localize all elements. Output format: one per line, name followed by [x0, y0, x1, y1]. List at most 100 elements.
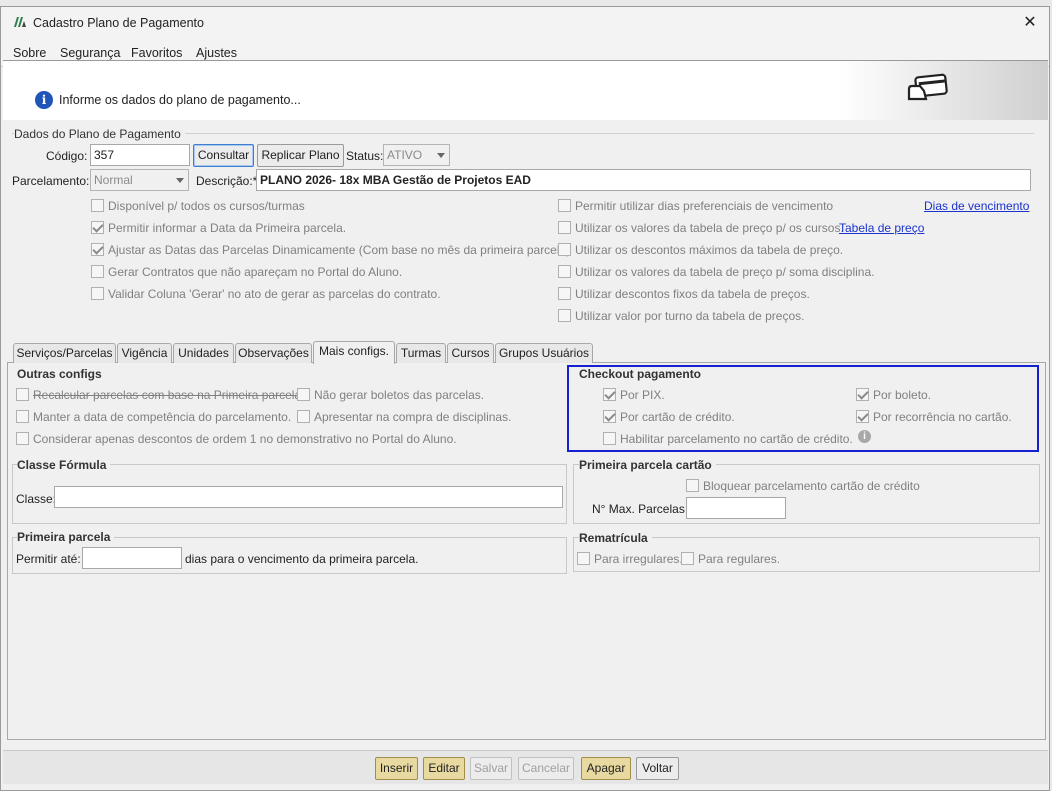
status-label: Status: — [346, 149, 384, 163]
info-small-icon[interactable]: i — [858, 430, 871, 443]
permitir-data-checkbox[interactable] — [91, 221, 104, 234]
parcelamento-value: Normal — [94, 173, 133, 187]
cancelar-button[interactable]: Cancelar — [518, 757, 574, 780]
pix-checkbox[interactable] — [603, 388, 616, 401]
max-parcelas-input[interactable] — [686, 497, 786, 519]
status-select[interactable]: ATIVO — [383, 144, 450, 166]
info-banner — [3, 60, 1048, 120]
pix-label: Por PIX. — [620, 388, 665, 402]
gerar-contratos-label: Gerar Contratos que não apareçam no Port… — [108, 265, 403, 279]
close-icon[interactable]: ✕ — [1019, 12, 1041, 34]
primeira-parcela-title: Primeira parcela — [17, 530, 115, 544]
ajustar-datas-checkbox[interactable] — [91, 243, 104, 256]
descontos-maximos-checkbox[interactable] — [558, 243, 571, 256]
info-text: Informe os dados do plano de pagamento..… — [59, 93, 301, 107]
recalcular-label: Recalcular parcelas com base na Primeira… — [33, 388, 305, 402]
salvar-button[interactable]: Salvar — [470, 757, 512, 780]
cartao-credito-label: Por cartão de crédito. — [620, 410, 735, 424]
cartao-credito-checkbox[interactable] — [603, 410, 616, 423]
editar-button[interactable]: Editar — [423, 757, 465, 780]
descricao-input[interactable]: PLANO 2026- 18x MBA Gestão de Projetos E… — [256, 169, 1031, 191]
recorrencia-label: Por recorrência no cartão. — [873, 410, 1012, 424]
apresentar-compra-label: Apresentar na compra de disciplinas. — [314, 410, 512, 424]
tab-turmas[interactable]: Turmas — [396, 343, 446, 363]
valores-cursos-label: Utilizar os valores da tabela de preço p… — [575, 221, 844, 235]
window-title: Cadastro Plano de Pagamento — [33, 16, 204, 30]
checkout-title: Checkout pagamento — [579, 367, 706, 381]
habilitar-parcelamento-checkbox[interactable] — [603, 432, 616, 445]
valor-turno-checkbox[interactable] — [558, 309, 571, 322]
plan-section-title: Dados do Plano de Pagamento — [14, 127, 185, 141]
parcelamento-label: Parcelamento: — [12, 174, 90, 188]
status-value: ATIVO — [387, 148, 423, 162]
considerar-descontos-checkbox[interactable] — [16, 432, 29, 445]
tabela-preco-link[interactable]: Tabela de preço — [839, 221, 924, 235]
permitir-ate-label: Permitir até: — [16, 552, 81, 566]
inserir-button[interactable]: Inserir — [375, 757, 418, 780]
nao-gerar-boletos-checkbox[interactable] — [297, 388, 310, 401]
tab-grupos-usuarios[interactable]: Grupos Usuários — [495, 343, 593, 363]
voltar-button[interactable]: Voltar — [636, 757, 679, 780]
permitir-data-label: Permitir informar a Data da Primeira par… — [108, 221, 347, 235]
manter-data-checkbox[interactable] — [16, 410, 29, 423]
habilitar-parcelamento-label: Habilitar parcelamento no cartão de créd… — [620, 432, 853, 446]
validar-coluna-label: Validar Coluna 'Gerar' no ato de gerar a… — [108, 287, 441, 301]
nao-gerar-boletos-label: Não gerar boletos das parcelas. — [314, 388, 485, 402]
tab-vigencia[interactable]: Vigência — [117, 343, 172, 363]
dias-preferenciais-checkbox[interactable] — [558, 199, 571, 212]
boleto-checkbox[interactable] — [856, 388, 869, 401]
boleto-label: Por boleto. — [873, 388, 932, 402]
valores-cursos-checkbox[interactable] — [558, 221, 571, 234]
gerar-contratos-checkbox[interactable] — [91, 265, 104, 278]
codigo-input[interactable]: 357 — [90, 144, 190, 166]
app-logo-icon — [14, 17, 26, 27]
validar-coluna-checkbox[interactable] — [91, 287, 104, 300]
recalcular-checkbox[interactable] — [16, 388, 29, 401]
tab-servicos-parcelas[interactable]: Serviços/Parcelas — [13, 343, 116, 363]
recorrencia-checkbox[interactable] — [856, 410, 869, 423]
outras-configs-title: Outras configs — [17, 367, 106, 381]
chevron-down-icon — [176, 178, 184, 183]
dias-preferenciais-label: Permitir utilizar dias preferenciais de … — [575, 199, 834, 213]
soma-disciplina-label: Utilizar os valores da tabela de preço p… — [575, 265, 875, 279]
descricao-label: Descrição:* — [196, 174, 258, 188]
max-parcelas-label: N° Max. Parcelas: — [592, 502, 689, 516]
menu-sobre[interactable]: Sobre — [13, 46, 46, 60]
bloquear-checkbox[interactable] — [686, 479, 699, 492]
apagar-button[interactable]: Apagar — [581, 757, 631, 780]
permitir-ate-input[interactable] — [82, 547, 182, 569]
replicar-plano-button[interactable]: Replicar Plano — [257, 144, 344, 167]
disponivel-label: Disponível p/ todos os cursos/turmas — [108, 199, 305, 213]
irregulares-label: Para irregulares. — [594, 552, 683, 566]
rematricula-title: Rematrícula — [579, 531, 652, 545]
manter-data-label: Manter a data de competência do parcelam… — [33, 410, 292, 424]
info-icon: i — [35, 91, 53, 109]
irregulares-checkbox[interactable] — [577, 552, 590, 565]
regulares-label: Para regulares. — [698, 552, 781, 566]
menu-ajustes[interactable]: Ajustes — [196, 46, 237, 60]
tab-unidades[interactable]: Unidades — [173, 343, 234, 363]
classe-input[interactable] — [54, 486, 563, 508]
primeira-cartao-title: Primeira parcela cartão — [579, 458, 716, 472]
soma-disciplina-checkbox[interactable] — [558, 265, 571, 278]
regulares-checkbox[interactable] — [681, 552, 694, 565]
disponivel-checkbox[interactable] — [91, 199, 104, 212]
bloquear-label: Bloquear parcelamento cartão de crédito — [703, 479, 920, 493]
parcelamento-select[interactable]: Normal — [90, 169, 189, 191]
descontos-maximos-label: Utilizar os descontos máximos da tabela … — [575, 243, 844, 257]
menu-favoritos[interactable]: Favoritos — [131, 46, 182, 60]
menu-seguranca[interactable]: Segurança — [60, 46, 120, 60]
apresentar-compra-checkbox[interactable] — [297, 410, 310, 423]
dias-vencimento-link[interactable]: Dias de vencimento — [924, 199, 1029, 213]
ajustar-datas-label: Ajustar as Datas das Parcelas Dinamicame… — [108, 243, 571, 257]
valor-turno-label: Utilizar valor por turno da tabela de pr… — [575, 309, 805, 323]
descontos-fixos-checkbox[interactable] — [558, 287, 571, 300]
codigo-label: Código: — [46, 149, 88, 163]
considerar-descontos-label: Considerar apenas descontos de ordem 1 n… — [33, 432, 457, 446]
card-payment-icon — [907, 73, 948, 101]
consultar-button[interactable]: Consultar — [193, 144, 254, 167]
tab-cursos[interactable]: Cursos — [447, 343, 494, 363]
tab-observacoes[interactable]: Observações — [235, 343, 312, 363]
tab-mais-configs[interactable]: Mais configs. — [313, 341, 395, 364]
title-bar: Cadastro Plano de Pagamento ✕ — [1, 7, 1049, 39]
